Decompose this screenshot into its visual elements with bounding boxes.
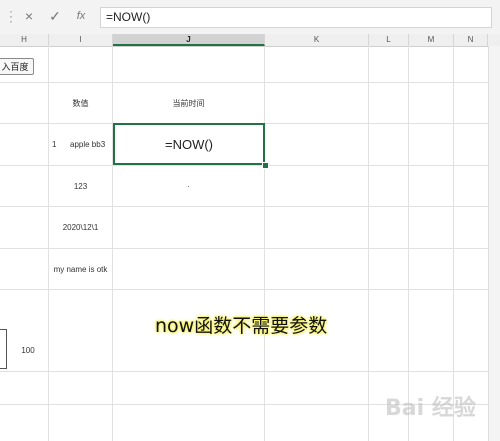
grip-icon: ⋮ — [4, 8, 18, 24]
column-header-j[interactable]: J — [113, 34, 265, 46]
cell-i-row1-text[interactable]: apple bb3 — [70, 140, 112, 149]
column-header-h[interactable]: H — [0, 34, 49, 46]
formula-bar: ⋮ × ✓ fx =NOW() — [0, 0, 500, 35]
tutorial-caption: now函数不需要参数 — [155, 315, 328, 337]
cell-i-header[interactable]: 数值 — [49, 98, 112, 109]
cell-j-header[interactable]: 当前时间 — [113, 98, 264, 109]
cell-j-row2[interactable]: . — [113, 180, 264, 189]
cancel-icon[interactable]: × — [20, 7, 38, 25]
cell-h-value[interactable]: 100 — [8, 346, 48, 355]
column-header-l[interactable]: L — [369, 34, 409, 46]
enter-icon[interactable]: ✓ — [46, 7, 64, 25]
active-cell-formula[interactable]: =NOW() — [115, 137, 263, 152]
formula-input[interactable]: =NOW() — [100, 7, 492, 28]
selected-cell-edge — [0, 329, 7, 369]
active-cell[interactable]: =NOW() — [113, 123, 265, 165]
column-header-m[interactable]: M — [409, 34, 454, 46]
column-header-row: H I J K L M N — [0, 34, 500, 47]
baidu-button[interactable]: 入百度 — [0, 58, 34, 75]
column-header-k[interactable]: K — [265, 34, 369, 46]
cell-i-row3[interactable]: 2020\12\1 — [49, 223, 112, 232]
vertical-scrollbar[interactable] — [488, 46, 500, 441]
baidu-watermark: Bai 经验 — [385, 396, 476, 421]
cell-i-row1-number[interactable]: 1 — [52, 140, 62, 149]
fill-handle[interactable] — [262, 162, 269, 169]
insert-function-icon[interactable]: fx — [72, 7, 90, 25]
column-header-n[interactable]: N — [454, 34, 488, 46]
cell-i-row2[interactable]: 123 — [49, 182, 112, 191]
column-header-i[interactable]: I — [49, 34, 113, 46]
cell-i-row4[interactable]: my name is otk — [49, 265, 112, 274]
